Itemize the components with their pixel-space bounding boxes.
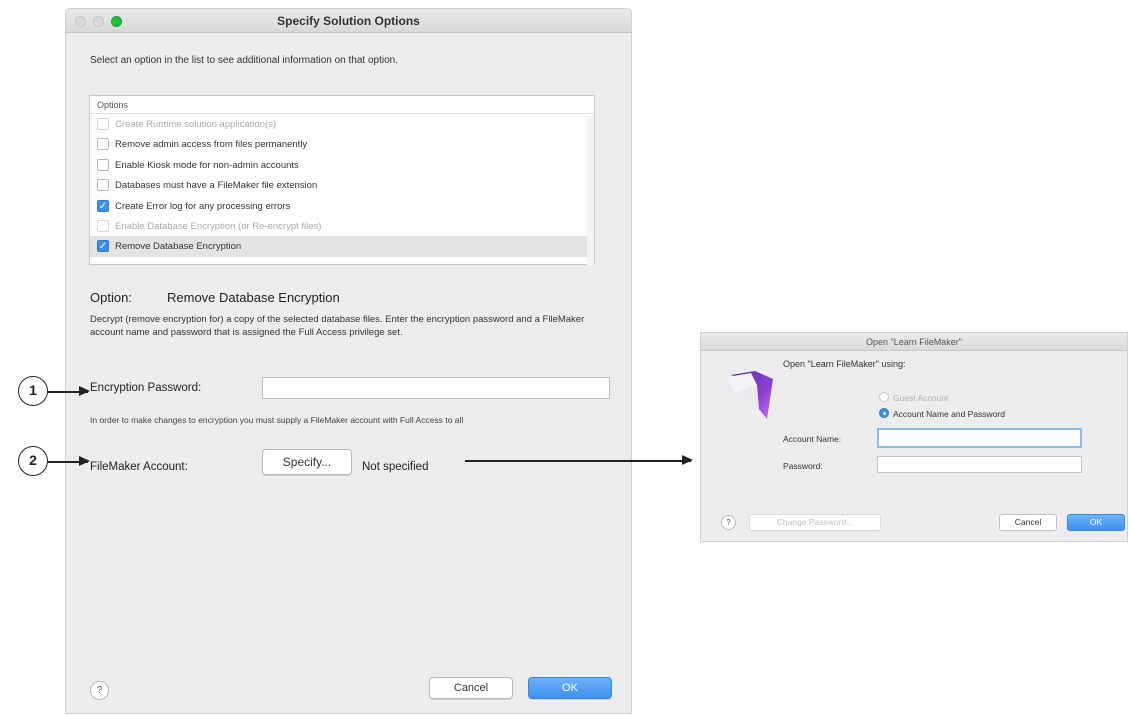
option-row[interactable]: ✓ Remove Database Encryption [90,236,594,257]
option-checkbox[interactable] [97,158,109,171]
cancel-button[interactable]: Cancel [429,677,513,699]
ok-button[interactable]: OK [528,677,612,699]
option-checkbox[interactable]: ✓ [97,240,109,253]
option-label: Option: [90,290,132,305]
option-checkbox[interactable] [97,179,109,192]
dialog-help-button[interactable]: ? [721,515,736,530]
options-list-scrollbar[interactable] [587,115,594,265]
open-learn-filemaker-dialog: Open "Learn FileMaker" Open "Learn FileM… [700,332,1128,542]
specify-button[interactable]: Specify... [262,449,352,475]
option-label-text: Databases must have a FileMaker file ext… [115,180,318,192]
callout-2: 2 [18,446,48,476]
option-checkbox [97,219,109,232]
callout-2-arrow [48,457,90,465]
help-button[interactable]: ? [90,681,109,700]
specify-solution-options-window: Specify Solution Options Select an optio… [65,8,632,714]
option-row[interactable]: Databases must have a FileMaker file ext… [90,175,594,195]
dialog-prompt: Open "Learn FileMaker" using: [783,359,906,369]
option-label-text: Remove Database Encryption [115,241,242,253]
password-field[interactable] [877,456,1082,473]
option-heading: Option: Remove Database Encryption [90,290,340,305]
checkmark-icon: ✓ [98,200,108,212]
guest-account-radio[interactable] [879,392,889,402]
callout-1-arrow [48,387,90,395]
filemaker-account-label: FileMaker Account: [90,461,188,473]
option-checkbox [97,118,109,130]
dialog-cancel-button[interactable]: Cancel [999,514,1057,531]
password-label: Password: [783,461,823,471]
filemaker-icon [725,369,773,419]
intro-text: Select an option in the list to see addi… [90,55,398,66]
account-name-password-label: Account Name and Password [893,409,1005,419]
option-label-text: Enable Kiosk mode for non-admin accounts [115,159,299,171]
option-description: Decrypt (remove encryption for) a copy o… [90,314,585,338]
option-row[interactable]: ✓ Create Error log for any processing err… [90,196,594,216]
encryption-note: In order to make changes to encryption y… [90,415,464,425]
guest-account-label: Guest Account [893,393,949,403]
option-label-text: Enable Database Encryption (or Re-encryp… [115,220,322,232]
account-name-password-radio[interactable] [879,408,889,418]
option-row[interactable]: Create Runtime solution application(s) [90,114,594,134]
checkmark-icon: ✓ [98,241,108,253]
encryption-password-label: Encryption Password: [90,382,202,394]
title-bar: Specify Solution Options [66,9,631,33]
option-checkbox[interactable]: ✓ [97,199,109,212]
account-name-label: Account Name: [783,434,842,444]
encryption-password-field[interactable] [262,377,610,399]
dialog-title: Open "Learn FileMaker" [866,337,962,347]
window-title: Specify Solution Options [277,14,420,28]
account-name-field[interactable] [877,428,1082,448]
specify-dialog-arrow [465,456,693,464]
option-label-text: Remove admin access from files permanent… [115,139,308,151]
options-list[interactable]: Options Create Runtime solution applicat… [89,95,595,265]
option-row[interactable]: Remove admin access from files permanent… [90,134,594,154]
dialog-title-bar: Open "Learn FileMaker" [701,333,1127,351]
option-label-text: Create Error log for any processing erro… [115,200,291,212]
dialog-ok-button[interactable]: OK [1067,514,1125,531]
option-checkbox[interactable] [97,138,109,151]
option-row[interactable]: Enable Database Encryption (or Re-encryp… [90,216,594,236]
change-password-button[interactable]: Change Password... [749,514,881,531]
option-name: Remove Database Encryption [167,290,340,305]
option-row[interactable]: Enable Kiosk mode for non-admin accounts [90,155,594,175]
account-status: Not specified [362,461,429,473]
option-label-text: Create Runtime solution application(s) [115,119,277,130]
callout-1: 1 [18,376,48,406]
options-list-header: Options [90,96,594,114]
